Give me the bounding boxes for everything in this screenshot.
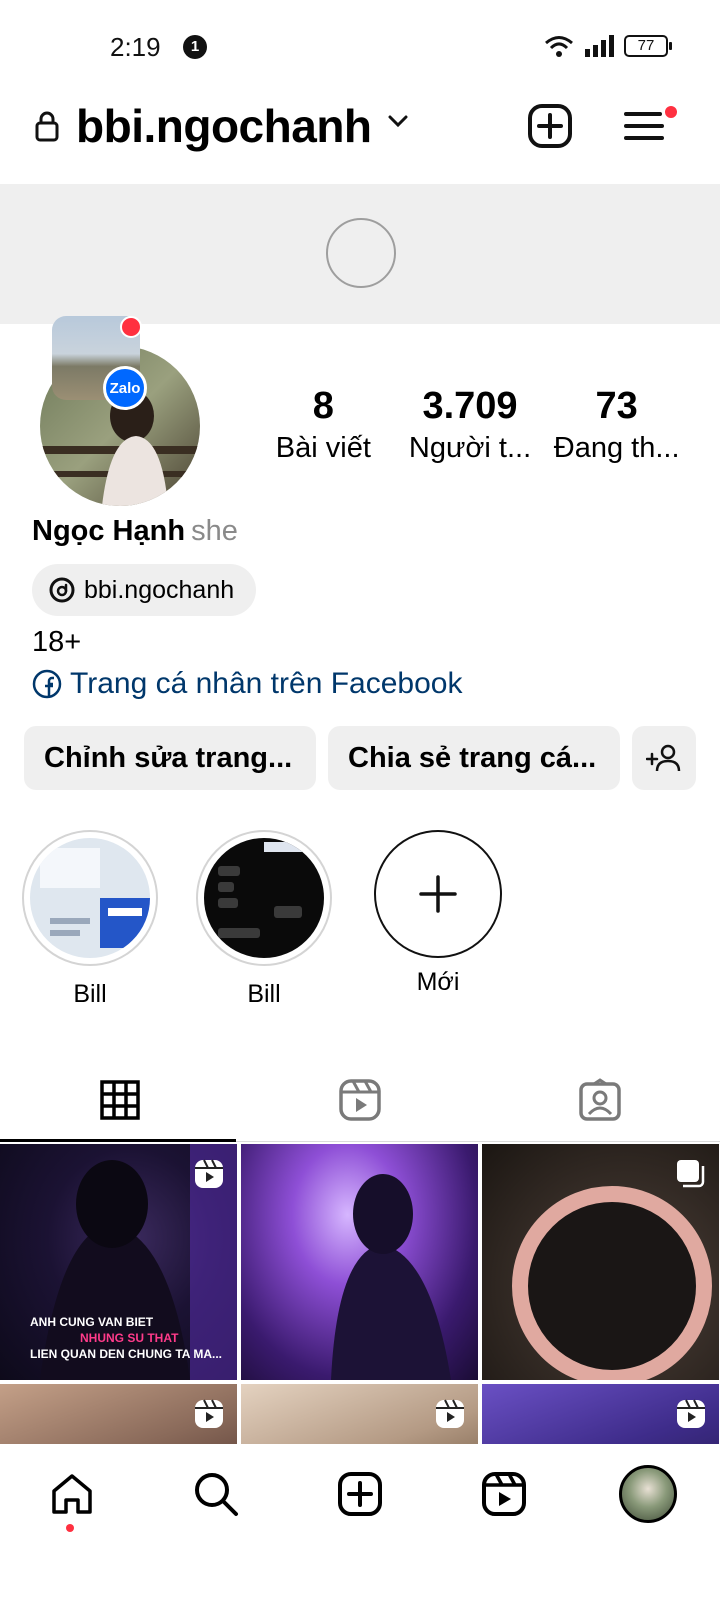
posts-grid: ANH CUNG VAN BIET NHUNG SU THAT LIEN QUA… bbox=[0, 1144, 720, 1484]
post-thumbnail[interactable]: ANH CUNG VAN BIET NHUNG SU THAT LIEN QUA… bbox=[0, 1144, 237, 1380]
post-thumbnail[interactable] bbox=[241, 1144, 478, 1380]
chevron-down-icon[interactable] bbox=[388, 114, 408, 128]
stat-value: 3.709 bbox=[422, 385, 518, 427]
stat-followers[interactable]: 3.709 Người t... bbox=[397, 384, 544, 468]
carousel-badge-icon bbox=[677, 1160, 705, 1188]
home-icon bbox=[52, 1474, 92, 1514]
post-caption: ANH CUNG VAN BIET NHUNG SU THAT LIEN QUA… bbox=[30, 1315, 222, 1361]
create-icon bbox=[338, 1472, 382, 1516]
search-icon bbox=[195, 1473, 238, 1516]
story-highlights: Bill Bill Mới bbox=[22, 830, 506, 1009]
notification-count-badge: 1 bbox=[183, 35, 207, 59]
stat-posts[interactable]: 8 Bài viết bbox=[250, 384, 397, 468]
status-icons: 77 bbox=[544, 34, 672, 58]
new-highlight-button[interactable]: Mới bbox=[370, 830, 506, 1009]
profile-actions: Chỉnh sửa trang... Chia sẻ trang cá... bbox=[24, 726, 696, 790]
stat-value: 73 bbox=[595, 385, 638, 427]
nav-reels[interactable] bbox=[432, 1444, 576, 1544]
highlight-item[interactable]: Bill bbox=[196, 830, 332, 1009]
stat-label: Người t... bbox=[408, 432, 532, 464]
pronoun: she bbox=[191, 515, 238, 547]
nav-profile[interactable] bbox=[576, 1444, 720, 1544]
reel-badge-icon bbox=[436, 1399, 464, 1428]
status-bar: 2:19 1 77 bbox=[0, 0, 720, 96]
stat-label: Bài viết bbox=[275, 432, 371, 464]
profile-avatar-small bbox=[619, 1465, 677, 1523]
nav-home[interactable] bbox=[0, 1444, 144, 1544]
username-switcher[interactable]: bbi.ngochanh bbox=[76, 96, 372, 156]
threads-handle: bbi.ngochanh bbox=[84, 575, 235, 604]
facebook-profile-link[interactable]: Trang cá nhân trên Facebook bbox=[32, 662, 462, 706]
highlight-item[interactable]: Bill bbox=[22, 830, 158, 1009]
mirror-image bbox=[512, 1186, 712, 1380]
bottom-navigation bbox=[0, 1444, 720, 1600]
add-person-icon bbox=[646, 744, 681, 772]
lock-icon bbox=[35, 111, 59, 142]
signal-icon bbox=[585, 35, 614, 57]
plus-icon bbox=[419, 875, 457, 913]
highlight-cover bbox=[22, 830, 158, 966]
profile-header: bbi.ngochanh bbox=[0, 96, 720, 184]
tab-posts-grid[interactable] bbox=[0, 1058, 240, 1142]
menu-notification-dot bbox=[663, 104, 679, 120]
profile-tabs bbox=[0, 1058, 720, 1142]
nav-search[interactable] bbox=[144, 1444, 288, 1544]
zalo-badge[interactable]: Zalo bbox=[103, 366, 147, 410]
stat-following[interactable]: 73 Đang th... bbox=[543, 384, 690, 468]
wifi-icon bbox=[545, 36, 573, 57]
threads-icon bbox=[49, 577, 75, 603]
grid-icon bbox=[100, 1079, 140, 1120]
bio-text: 18+ bbox=[32, 626, 82, 658]
reels-icon bbox=[339, 1078, 381, 1121]
reel-badge-icon bbox=[195, 1159, 223, 1188]
note-notification-dot bbox=[120, 316, 142, 338]
facebook-link-label: Trang cá nhân trên Facebook bbox=[70, 667, 463, 700]
edit-profile-button[interactable]: Chỉnh sửa trang... bbox=[24, 726, 316, 790]
tab-reels[interactable] bbox=[240, 1058, 480, 1141]
discover-people-button[interactable] bbox=[632, 726, 696, 790]
stat-label: Đang th... bbox=[553, 432, 680, 464]
status-time: 2:19 bbox=[110, 32, 161, 62]
menu-icon[interactable] bbox=[624, 104, 664, 148]
full-name: Ngọc Hạnh bbox=[32, 515, 186, 547]
highlight-cover bbox=[196, 830, 332, 966]
battery-indicator: 77 bbox=[624, 35, 672, 57]
nav-create[interactable] bbox=[288, 1444, 432, 1544]
share-profile-button[interactable]: Chia sẻ trang cá... bbox=[328, 726, 620, 790]
post-thumbnail[interactable] bbox=[482, 1144, 719, 1380]
stat-value: 8 bbox=[312, 385, 334, 427]
reel-badge-icon bbox=[195, 1399, 223, 1428]
loading-banner bbox=[0, 184, 720, 324]
profile-stats: 8 Bài viết 3.709 Người t... 73 Đang th..… bbox=[250, 384, 690, 468]
highlight-label: Bill bbox=[73, 980, 107, 1008]
tab-tagged[interactable] bbox=[480, 1058, 720, 1141]
facebook-icon bbox=[32, 669, 62, 699]
highlight-label: Mới bbox=[416, 968, 460, 996]
tagged-icon bbox=[579, 1077, 621, 1121]
name-row: Ngọc Hạnh she bbox=[32, 510, 238, 552]
threads-link-button[interactable]: bbi.ngochanh bbox=[32, 564, 257, 616]
home-notification-dot bbox=[66, 1524, 74, 1532]
loading-spinner bbox=[326, 218, 396, 288]
reels-icon bbox=[482, 1472, 526, 1516]
create-post-button[interactable] bbox=[528, 104, 572, 148]
reel-badge-icon bbox=[677, 1399, 705, 1428]
highlight-label: Bill bbox=[247, 980, 281, 1008]
